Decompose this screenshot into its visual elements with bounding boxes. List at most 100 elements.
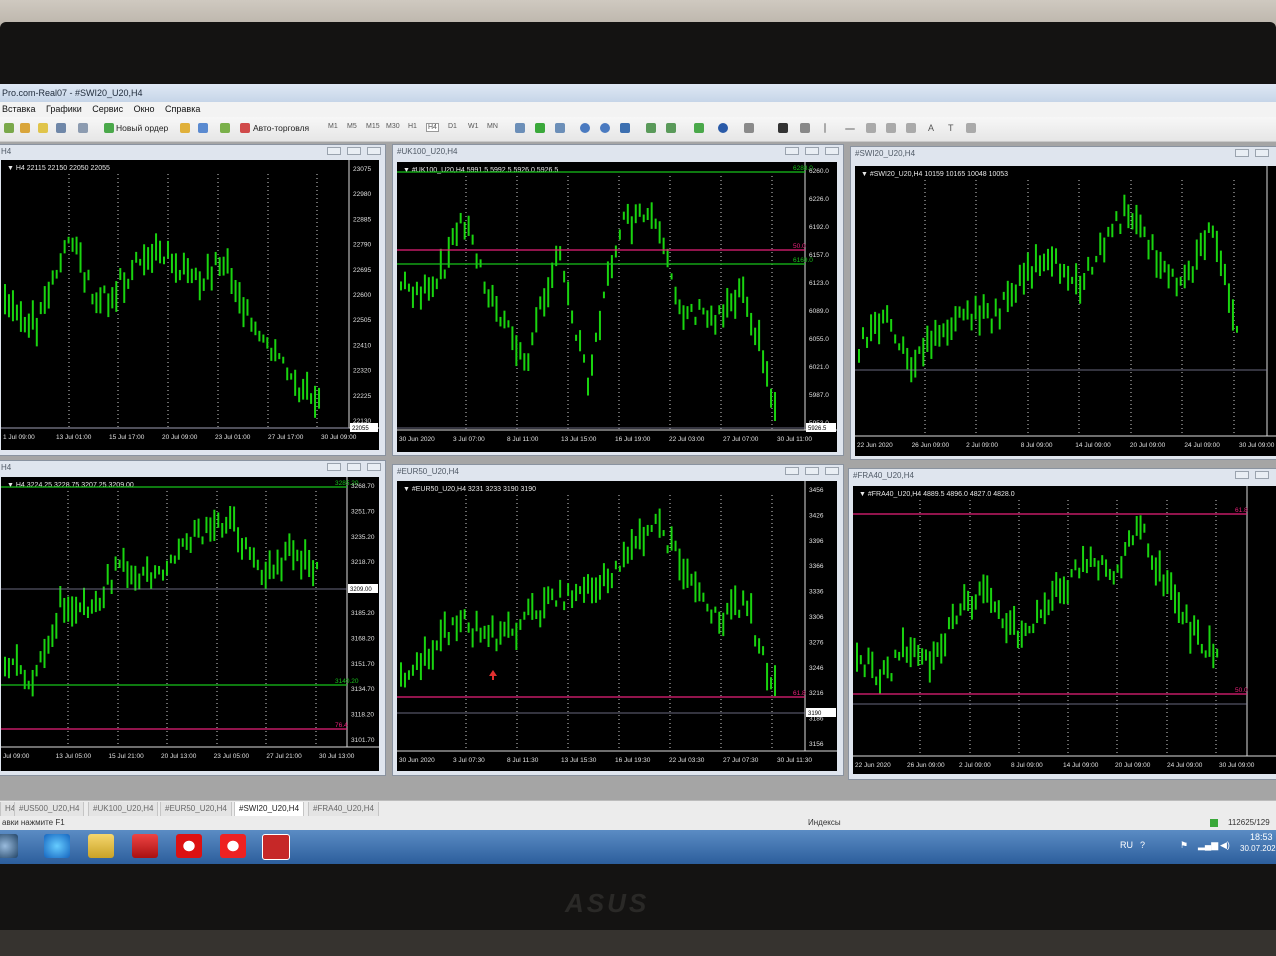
volume-icon[interactable]: ◀) xyxy=(1220,840,1230,851)
minimize-button[interactable] xyxy=(327,463,341,471)
taskbar: RU ? ⚑ ▂▄▆ ◀) 18:53 30.07.2020 xyxy=(0,830,1276,864)
maximize-button[interactable] xyxy=(1255,149,1269,157)
tf-mn[interactable]: MN xyxy=(487,123,498,130)
periods-icon[interactable] xyxy=(718,123,728,133)
clock-date[interactable]: 30.07.2020 xyxy=(1240,844,1276,853)
tf-h1[interactable]: H1 xyxy=(408,123,417,130)
tf-h4[interactable]: H4 xyxy=(426,123,439,132)
channel-icon[interactable] xyxy=(886,123,896,133)
close-button[interactable] xyxy=(367,463,381,471)
zoom-out-icon[interactable] xyxy=(600,123,610,133)
price-chart[interactable]: ▼ H4 3224.25 3228.75 3207.25 3209.00 3285… xyxy=(1,477,379,771)
flag-icon[interactable]: ⚑ xyxy=(1180,840,1188,851)
chart-shift-icon[interactable] xyxy=(646,123,656,133)
price-chart[interactable]: ▼ #FRA40_U20,H4 4889.5 4896.0 4827.0 482… xyxy=(853,486,1276,774)
terminal-icon[interactable] xyxy=(198,123,208,133)
metaeditor-icon[interactable] xyxy=(180,123,190,133)
menu-tools[interactable]: Сервис xyxy=(92,102,123,117)
arrows-icon[interactable] xyxy=(966,123,976,133)
maximize-button[interactable] xyxy=(347,147,361,155)
price-chart[interactable]: ▼ H4 22115 22150 22050 22055 23075 22980 22… xyxy=(1,160,379,450)
time-tick: 24 Jul 09:00 xyxy=(1184,442,1220,449)
status-profile: Индексы xyxy=(808,818,841,827)
navigator-icon[interactable] xyxy=(78,123,88,133)
time-tick: 16 Jul 19:30 xyxy=(615,757,651,764)
tf-m1[interactable]: M1 xyxy=(328,123,338,130)
maximize-button[interactable] xyxy=(1255,471,1269,479)
price-chart[interactable]: ▼ #UK100_U20,H4 5991.5 5992.5 5926.0 592… xyxy=(397,162,837,452)
tab-eur50[interactable]: #EUR50_U20,H4 xyxy=(160,802,232,817)
bar-chart-icon[interactable] xyxy=(515,123,525,133)
start-icon[interactable] xyxy=(0,834,18,858)
tab-us500[interactable]: #US500_U20,H4 xyxy=(14,802,85,817)
yandex-icon[interactable] xyxy=(132,834,158,858)
ie-icon[interactable] xyxy=(44,834,70,858)
tf-m30[interactable]: M30 xyxy=(386,123,400,130)
new-chart-icon[interactable] xyxy=(4,123,14,133)
favorites-icon[interactable] xyxy=(38,123,48,133)
tf-d1[interactable]: D1 xyxy=(448,123,457,130)
menu-help[interactable]: Справка xyxy=(165,102,200,117)
menu-charts[interactable]: Графики xyxy=(46,102,82,117)
yandex-browser-icon[interactable] xyxy=(220,834,246,858)
chart-window-eur50: #EUR50_U20,H4 ▼ #EUR50_U20,H4 3231 3233 … xyxy=(392,464,844,776)
network-icon[interactable]: ▂▄▆ xyxy=(1198,840,1218,851)
desk-edge xyxy=(0,930,1276,956)
vertical-line-icon[interactable] xyxy=(824,123,826,133)
price-tick: 5987.0 xyxy=(809,392,829,399)
label-tool-icon[interactable]: T xyxy=(948,123,954,133)
minimize-button[interactable] xyxy=(785,467,799,475)
price-tick: 3185.20 xyxy=(351,610,375,617)
candlestick-icon[interactable] xyxy=(535,123,545,133)
price-chart[interactable]: ▼ #SWI20_U20,H4 10159 10165 10048 10053 2… xyxy=(855,166,1276,456)
fxpro-icon[interactable] xyxy=(262,834,290,860)
menu-insert[interactable]: Вставка xyxy=(2,102,35,117)
strategy-tester-icon[interactable] xyxy=(220,123,230,133)
maximize-button[interactable] xyxy=(805,467,819,475)
cursor-icon[interactable] xyxy=(778,123,788,133)
price-chart[interactable]: ▼ #EUR50_U20,H4 3231 3233 3190 3190 61.8 3… xyxy=(397,481,837,771)
time-tick: 8 Jul 09:00 xyxy=(1021,442,1053,449)
minimize-button[interactable] xyxy=(1235,149,1249,157)
price-tick: 3168.20 xyxy=(351,635,375,642)
line-chart-icon[interactable] xyxy=(555,123,565,133)
opera-icon[interactable] xyxy=(176,834,202,858)
explorer-icon[interactable] xyxy=(88,834,114,858)
minimize-button[interactable] xyxy=(1235,471,1249,479)
help-icon[interactable]: ? xyxy=(1140,840,1145,850)
auto-trading-button[interactable]: Авто-торговля xyxy=(253,121,309,136)
crosshair-icon[interactable] xyxy=(800,123,810,133)
templates-icon[interactable] xyxy=(744,123,754,133)
close-button[interactable] xyxy=(367,147,381,155)
close-button[interactable] xyxy=(825,147,839,155)
time-tick: 1 Jul 09:00 xyxy=(3,434,35,441)
minimize-button[interactable] xyxy=(785,147,799,155)
tab-fra40[interactable]: #FRA40_U20,H4 xyxy=(308,802,379,817)
indicators-icon[interactable] xyxy=(694,123,704,133)
tf-m5[interactable]: M5 xyxy=(347,123,357,130)
trendline-icon[interactable] xyxy=(866,123,876,133)
maximize-button[interactable] xyxy=(347,463,361,471)
close-button[interactable] xyxy=(825,467,839,475)
market-watch-icon[interactable] xyxy=(56,123,66,133)
autoscroll-icon[interactable] xyxy=(666,123,676,133)
maximize-button[interactable] xyxy=(805,147,819,155)
language-indicator[interactable]: RU xyxy=(1120,840,1133,850)
fibonacci-icon[interactable] xyxy=(906,123,916,133)
current-price: 3209.00 xyxy=(350,587,372,593)
horizontal-line-icon[interactable] xyxy=(845,128,855,130)
tf-w1[interactable]: W1 xyxy=(468,123,479,130)
tab-swi20[interactable]: #SWI20_U20,H4 xyxy=(234,802,305,817)
tile-windows-icon[interactable] xyxy=(620,123,630,133)
menu-window[interactable]: Окно xyxy=(134,102,155,117)
new-order-icon xyxy=(104,123,114,133)
tab-uk100[interactable]: #UK100_U20,H4 xyxy=(88,802,159,817)
profiles-icon[interactable] xyxy=(20,123,30,133)
clock-time[interactable]: 18:53 xyxy=(1250,832,1273,842)
text-tool-icon[interactable]: A xyxy=(928,123,934,133)
minimize-button[interactable] xyxy=(327,147,341,155)
time-tick: 20 Jul 13:00 xyxy=(161,753,197,760)
tf-m15[interactable]: M15 xyxy=(366,123,380,130)
zoom-in-icon[interactable] xyxy=(580,123,590,133)
new-order-button[interactable]: Новый ордер xyxy=(116,121,168,136)
